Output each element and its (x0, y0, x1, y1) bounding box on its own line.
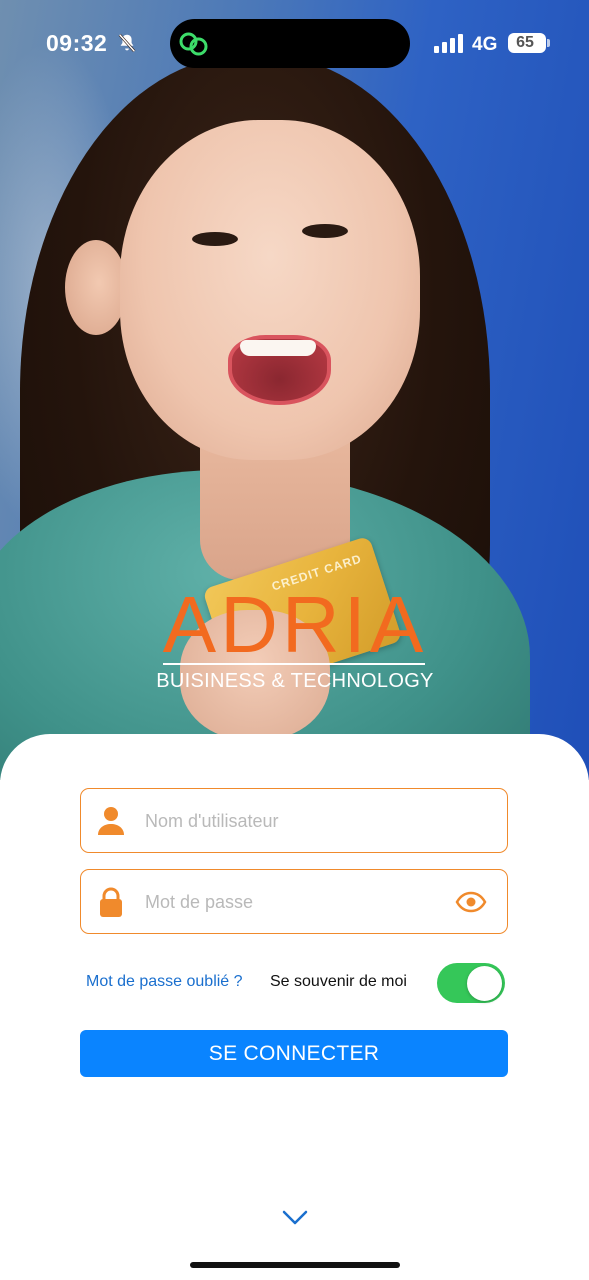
left-eye (192, 232, 238, 246)
logo-title: ADRIA (162, 580, 428, 669)
teeth-shape (240, 340, 316, 356)
link-rings-icon (179, 32, 208, 56)
home-indicator[interactable] (190, 1262, 400, 1268)
username-field[interactable] (80, 788, 508, 853)
face-shape (120, 120, 420, 460)
status-time: 09:32 (46, 30, 108, 56)
status-bar: 09:32 4G 65 (0, 0, 589, 88)
login-button[interactable]: SE CONNECTER (80, 1030, 508, 1077)
password-input[interactable] (143, 870, 447, 934)
lock-icon (100, 887, 122, 917)
logo-subtitle: BUISINESS & TECHNOLOGY (156, 670, 434, 692)
battery-icon: 65 (508, 33, 546, 53)
signal-icon (434, 34, 463, 53)
brand-logo: ADRIA BUISINESS & TECHNOLOGY (150, 585, 440, 695)
right-eye (302, 224, 348, 238)
ear-shape (65, 240, 127, 335)
logo-divider (163, 663, 425, 665)
forgot-password-link[interactable]: Mot de passe oublié ? (86, 973, 243, 991)
eye-icon[interactable] (455, 890, 487, 914)
chevron-down-icon[interactable] (281, 1208, 309, 1228)
password-field[interactable] (80, 869, 508, 934)
bell-slash-icon (118, 33, 136, 53)
toggle-knob (467, 966, 502, 1001)
battery-tip (547, 39, 550, 47)
user-icon (98, 807, 124, 835)
remember-me-label: Se souvenir de moi (270, 973, 407, 990)
network-type: 4G (472, 34, 498, 55)
username-input[interactable] (143, 789, 447, 853)
battery-level: 65 (516, 34, 534, 51)
